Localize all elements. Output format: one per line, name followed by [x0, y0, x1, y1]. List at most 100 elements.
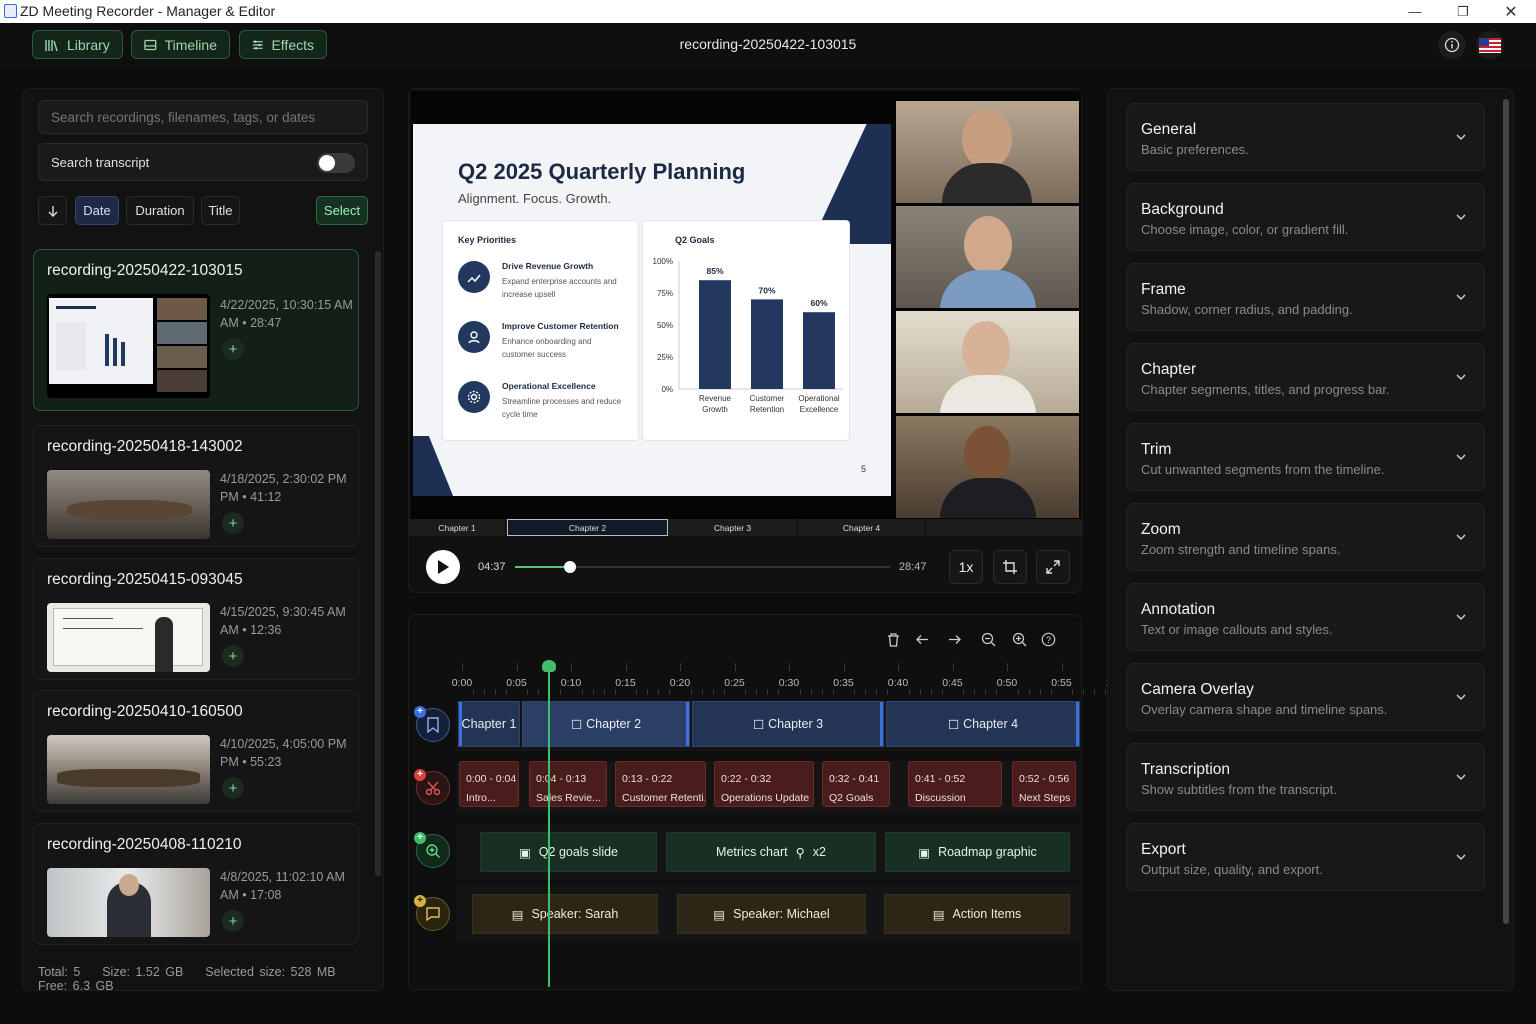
info-icon[interactable]	[1438, 31, 1466, 59]
chevron-down-icon	[1456, 214, 1466, 221]
trim-segment[interactable]: 0:04 - 0:13 Sales Revie...	[529, 761, 607, 807]
add-annotation-icon[interactable]: +	[414, 895, 426, 907]
play-button[interactable]	[426, 550, 460, 584]
sort-title-button[interactable]: Title	[201, 196, 240, 225]
add-tag-button[interactable]: +	[222, 777, 244, 799]
effects-scrollbar[interactable]	[1503, 99, 1509, 924]
recording-item[interactable]: recording-20250418-143002 4/18/2025, 2:3…	[33, 425, 359, 547]
arrow-left-icon[interactable]	[912, 629, 932, 649]
chapter-clip[interactable]: Chapter 1	[458, 701, 520, 747]
us-flag-icon[interactable]	[1476, 31, 1504, 59]
chapter-segment[interactable]: Chapter 1	[409, 519, 506, 536]
ruler-tick	[810, 690, 812, 695]
restore-icon[interactable]: ❐	[1440, 0, 1486, 23]
sort-duration-button[interactable]: Duration	[126, 196, 194, 225]
close-icon[interactable]: ✕	[1488, 0, 1534, 23]
effect-section-zoom[interactable]: Zoom Zoom strength and timeline spans.	[1126, 503, 1485, 571]
effect-section-frame[interactable]: Frame Shadow, corner radius, and padding.	[1126, 263, 1485, 331]
trim-segment[interactable]: 0:41 - 0:52 Discussion	[908, 761, 1002, 807]
annotation-clip[interactable]: ▤ Action Items	[884, 894, 1070, 934]
add-tag-button[interactable]: +	[222, 338, 244, 360]
x-tick-label: Growth	[702, 405, 728, 414]
effect-section-trim[interactable]: Trim Cut unwanted segments from the timel…	[1126, 423, 1485, 491]
effect-section-desc: Chapter segments, titles, and progress b…	[1141, 382, 1390, 397]
trim-segment[interactable]: 0:22 - 0:32 Operations Update	[714, 761, 814, 807]
effect-section-title: Background	[1141, 201, 1224, 218]
add-zoom-icon[interactable]: +	[414, 832, 426, 844]
effect-section-title: General	[1141, 121, 1197, 138]
document-title: recording-20250422-103015	[679, 36, 857, 52]
trim-segment[interactable]: 0:32 - 0:41 Q2 Goals	[822, 761, 890, 807]
chapter-clip[interactable]: ☐ Chapter 4	[886, 701, 1080, 747]
bar-data-label: 85%	[706, 266, 723, 276]
library-scrollbar[interactable]	[375, 251, 381, 876]
trim-segment[interactable]: 0:13 - 0:22 Customer Retenti...	[615, 761, 706, 807]
zoom-clip[interactable]: ▣ Q2 goals slide	[480, 832, 657, 872]
seek-handle[interactable]	[564, 561, 576, 573]
arrow-right-icon[interactable]	[944, 629, 964, 649]
zoom-clip[interactable]: Metrics chart ⚲ x2	[666, 832, 876, 872]
trim-segment[interactable]: 0:52 - 0:56 Next Steps	[1012, 761, 1076, 807]
effect-section-export[interactable]: Export Output size, quality, and export.	[1126, 823, 1485, 891]
help-icon[interactable]: ?	[1038, 629, 1058, 649]
ruler-tick	[712, 690, 714, 695]
add-tag-button[interactable]: +	[222, 512, 244, 534]
ruler-tick	[778, 690, 780, 695]
ruler-tick	[952, 663, 954, 671]
recording-item[interactable]: recording-20250422-103015 4/22/2025, 10:…	[33, 249, 359, 411]
crop-button[interactable]	[993, 550, 1027, 584]
video-stage[interactable]: Q2 2025 Quarterly Planning Alignment. Fo…	[411, 91, 1081, 521]
chapter-progress-bar: Chapter 1 Chapter 2 Chapter 3 Chapter 4	[409, 519, 1083, 536]
chapter-segment[interactable]: Chapter 3	[668, 519, 798, 536]
chapter-segment-current[interactable]: Chapter 2	[507, 519, 668, 536]
add-tag-button[interactable]: +	[222, 910, 244, 932]
fullscreen-button[interactable]	[1036, 550, 1070, 584]
add-chapter-icon[interactable]: +	[414, 706, 426, 718]
effect-section-chapter[interactable]: Chapter Chapter segments, titles, and pro…	[1126, 343, 1485, 411]
search-input[interactable]	[38, 100, 368, 134]
fullscreen-icon	[1046, 560, 1060, 574]
effect-section-desc: Output size, quality, and export.	[1141, 862, 1323, 877]
trim-lane-button[interactable]: +	[414, 769, 450, 805]
recording-name: recording-20250418-143002	[47, 438, 243, 455]
add-trim-icon[interactable]: +	[414, 769, 426, 781]
effect-section-general[interactable]: General Basic preferences.	[1126, 103, 1485, 171]
ruler-tick	[941, 690, 943, 695]
annotation-clip[interactable]: ▤ Speaker: Sarah	[472, 894, 658, 934]
add-tag-button[interactable]: +	[222, 645, 244, 667]
chapter-clip[interactable]: ☐ Chapter 3	[692, 701, 884, 747]
effect-section-background[interactable]: Background Choose image, color, or gradie…	[1126, 183, 1485, 251]
trim-segment[interactable]: 0:00 - 0:04 Intro...	[459, 761, 519, 807]
chapter-lane-button[interactable]: +	[414, 706, 450, 742]
playback-speed-button[interactable]: 1x	[949, 550, 983, 584]
zoom-lane-button[interactable]: +	[414, 832, 450, 868]
recording-item[interactable]: recording-20250415-093045 4/15/2025, 9:3…	[33, 558, 359, 680]
current-time: 04:37	[478, 561, 506, 573]
effect-section-title: Transcription	[1141, 761, 1231, 778]
chapter-segment[interactable]: Chapter 4	[798, 519, 926, 536]
select-button[interactable]: Select	[316, 196, 368, 225]
zoom-out-icon[interactable]	[978, 629, 998, 649]
playhead[interactable]	[548, 667, 550, 987]
trash-icon[interactable]	[883, 629, 903, 649]
search-transcript-toggle[interactable]	[317, 153, 355, 173]
annotation-lane-button[interactable]: +	[414, 895, 450, 931]
sort-direction-button[interactable]	[38, 196, 67, 225]
recording-meta: 4/15/2025, 9:30:45 AM AM • 12:36	[220, 605, 346, 637]
minimize-icon[interactable]: —	[1392, 0, 1438, 23]
effect-section-desc: Shadow, corner radius, and padding.	[1141, 302, 1353, 317]
zoom-in-icon[interactable]	[1009, 629, 1029, 649]
effect-section-transcription[interactable]: Transcription Show subtitles from the tra…	[1126, 743, 1485, 811]
seek-bar[interactable]	[515, 561, 890, 573]
effect-section-camera-overlay[interactable]: Camera Overlay Overlay camera shape and t…	[1126, 663, 1485, 731]
ruler-tick	[963, 690, 965, 695]
playhead-handle[interactable]	[542, 660, 556, 672]
y-tick-label: 75%	[657, 289, 673, 298]
effect-section-annotation[interactable]: Annotation Text or image callouts and sty…	[1126, 583, 1485, 651]
zoom-clip[interactable]: ▣ Roadmap graphic	[885, 832, 1070, 872]
recording-thumbnail	[47, 470, 210, 539]
recording-item[interactable]: recording-20250408-110210 4/8/2025, 11:0…	[33, 823, 359, 945]
annotation-clip[interactable]: ▤ Speaker: Michael	[677, 894, 866, 934]
sort-date-button[interactable]: Date	[75, 196, 119, 225]
recording-item[interactable]: recording-20250410-160500 4/10/2025, 4:0…	[33, 690, 359, 812]
